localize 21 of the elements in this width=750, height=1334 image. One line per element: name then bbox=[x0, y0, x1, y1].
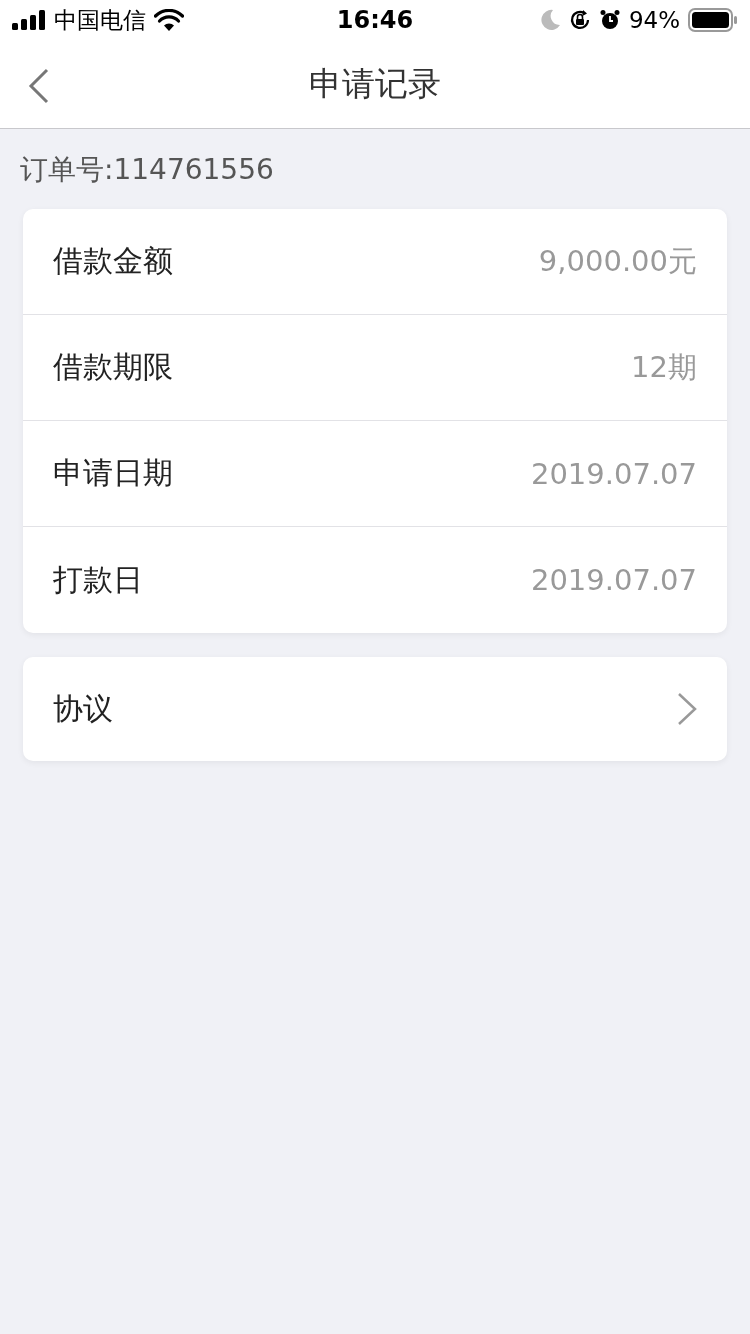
signal-icon bbox=[12, 10, 46, 30]
battery-icon bbox=[688, 8, 738, 32]
status-time: 16:46 bbox=[336, 6, 414, 34]
rotation-lock-icon bbox=[568, 9, 591, 31]
battery-percent: 94% bbox=[628, 7, 680, 33]
order-number: 订单号:114761556 bbox=[19, 152, 275, 188]
detail-label: 申请日期 bbox=[53, 454, 173, 492]
moon-icon bbox=[540, 9, 561, 31]
alarm-icon bbox=[598, 9, 621, 31]
detail-label: 借款期限 bbox=[53, 348, 173, 386]
carrier-name: 中国电信 bbox=[54, 5, 146, 35]
page-title: 申请记录 bbox=[309, 62, 441, 105]
detail-label: 借款金额 bbox=[53, 242, 173, 280]
chevron-icon bbox=[677, 692, 697, 726]
detail-value: 9,000.00元 bbox=[538, 242, 697, 280]
wifi-icon bbox=[154, 9, 184, 31]
agreement-item[interactable]: 协议 bbox=[23, 657, 727, 761]
detail-label: 打款日 bbox=[53, 560, 143, 599]
detail-value: 2019.07.07 bbox=[530, 456, 697, 491]
detail-value: 12期 bbox=[631, 348, 697, 386]
detail-value: 2019.07.07 bbox=[530, 563, 697, 597]
